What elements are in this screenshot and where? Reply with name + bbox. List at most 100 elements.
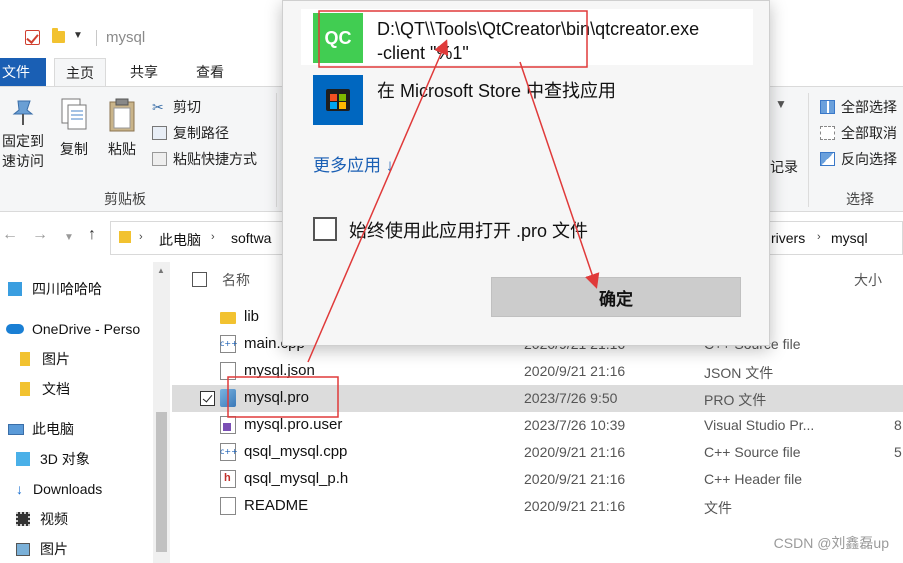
cut-label: 剪切: [173, 99, 201, 115]
folder-icon: [52, 28, 65, 43]
history-button[interactable]: 记录: [770, 157, 798, 177]
select-all-checkbox[interactable]: [192, 272, 207, 287]
back-icon[interactable]: ←: [2, 226, 18, 244]
file-date: 2020/9/21 21:16: [524, 444, 626, 460]
chevron-right-icon: ›: [139, 231, 143, 243]
nav-item-3d-objects[interactable]: 3D 对象: [16, 448, 90, 470]
copy-path-icon: [152, 126, 167, 140]
file-type: PRO 文件: [704, 392, 767, 408]
paste-button[interactable]: 粘贴: [102, 97, 142, 159]
microsoft-store-icon: [313, 75, 363, 125]
breadcrumb-drivers[interactable]: rivers: [771, 230, 805, 246]
pin-label-line1: 固定到: [2, 133, 44, 149]
nav-item-onedrive[interactable]: OneDrive - Perso: [6, 318, 140, 340]
nav-item-label: 图片: [40, 541, 68, 557]
table-row[interactable]: qsql_mysql_p.h 2020/9/21 21:16 C++ Heade…: [172, 466, 903, 493]
file-name: README: [244, 497, 309, 514]
table-row[interactable]: mysql.pro.user 2023/7/26 10:39 Visual St…: [172, 412, 903, 439]
row-checkbox[interactable]: [200, 391, 215, 406]
always-use-label: 始终使用此应用打开 .pro 文件: [349, 221, 589, 241]
nav-item-label: Downloads: [33, 481, 103, 497]
chevron-right-icon: ›: [211, 231, 215, 243]
file-type: Visual Studio Pr...: [704, 417, 815, 433]
app-option-qtcreator[interactable]: QC D:\QT\\Tools\QtCreator\bin\qtcreator.…: [301, 9, 753, 65]
folder-icon: [20, 382, 30, 396]
invert-selection-button[interactable]: 反向选择: [820, 149, 897, 169]
navigation-pane: 四川哈哈哈 OneDrive - Perso 图片 文档 此电脑 3D 对象 ↓…: [0, 262, 172, 563]
copy-path-button[interactable]: 复制路径: [152, 123, 229, 143]
file-type: 文件: [704, 500, 732, 516]
select-none-button[interactable]: 全部取消: [820, 123, 897, 143]
ok-button[interactable]: 确定: [491, 277, 741, 317]
scrollbar-thumb[interactable]: [156, 412, 167, 552]
clipboard-group-label: 剪贴板: [104, 191, 146, 207]
pin-to-quick-access-button[interactable]: 固定到 速访问: [0, 97, 46, 171]
nav-scrollbar[interactable]: ▲: [153, 262, 170, 563]
paste-shortcut-button[interactable]: 粘贴快捷方式: [152, 149, 257, 169]
invert-selection-icon: [820, 152, 835, 166]
column-header-size[interactable]: 大小: [854, 270, 882, 290]
breadcrumb-this-pc[interactable]: 此电脑: [159, 230, 201, 250]
visual-studio-file-icon: [220, 416, 236, 434]
window-title: mysql: [106, 29, 146, 46]
nav-item-this-pc[interactable]: 此电脑: [8, 418, 74, 440]
nav-item-videos[interactable]: 视频: [16, 508, 68, 530]
tab-home[interactable]: 主页: [54, 58, 106, 86]
table-row[interactable]: README 2020/9/21 21:16 文件: [172, 493, 903, 520]
table-row[interactable]: qsql_mysql.cpp 2020/9/21 21:16 C++ Sourc…: [172, 439, 903, 466]
nav-item-documents[interactable]: 文档: [20, 378, 70, 400]
select-all-label: 全部选择: [841, 99, 897, 115]
cut-button[interactable]: ✂ 剪切: [152, 97, 201, 117]
recent-locations-icon[interactable]: ▼: [64, 232, 74, 243]
tab-share[interactable]: 共享: [114, 58, 174, 86]
open-with-dialog: QC D:\QT\\Tools\QtCreator\bin\qtcreator.…: [282, 0, 770, 346]
breadcrumb-software[interactable]: softwa: [231, 230, 271, 246]
copy-path-label: 复制路径: [173, 125, 229, 141]
app-path-line1: D:\QT\\Tools\QtCreator\bin\qtcreator.exe: [377, 19, 700, 39]
ribbon-divider: [808, 93, 809, 207]
nav-item-downloads[interactable]: ↓ Downloads: [16, 478, 102, 500]
quick-access-checkbox-icon[interactable]: [25, 30, 40, 45]
nav-item-label: 图片: [42, 351, 70, 367]
app-option-microsoft-store[interactable]: 在 Microsoft Store 中查找应用: [301, 71, 753, 127]
scissors-icon: ✂: [152, 99, 164, 115]
ribbon-divider: [276, 93, 277, 207]
column-header-name[interactable]: 名称: [222, 270, 250, 290]
nav-item-label: OneDrive - Perso: [32, 321, 141, 337]
nav-item-pictures[interactable]: 图片: [16, 538, 68, 560]
nav-item-user[interactable]: 四川哈哈哈: [8, 278, 102, 300]
nav-item-label: 文档: [42, 381, 70, 397]
breadcrumb-mysql[interactable]: mysql: [831, 230, 868, 246]
file-name: qsql_mysql_p.h: [244, 470, 349, 487]
file-date: 2020/9/21 21:16: [524, 471, 626, 487]
table-row[interactable]: mysql.json 2020/9/21 21:16 JSON 文件: [172, 358, 903, 385]
select-all-button[interactable]: 全部选择: [820, 97, 897, 117]
file-type: C++ Source file: [704, 444, 801, 460]
cpp-file-icon: [220, 335, 238, 353]
app-path-line2: -client "%1": [377, 43, 469, 63]
copy-icon: [61, 98, 87, 130]
select-group-label: 选择: [846, 191, 874, 207]
file-type: JSON 文件: [704, 365, 774, 381]
scroll-up-icon[interactable]: ▲: [157, 266, 165, 275]
ribbon-dropdown-icon[interactable]: ▼: [775, 97, 787, 111]
tab-file[interactable]: 文件: [0, 58, 46, 86]
table-row-selected[interactable]: mysql.pro 2023/7/26 9:50 PRO 文件: [172, 385, 903, 412]
cloud-icon: [6, 324, 24, 334]
folder-icon: [119, 231, 131, 243]
chevron-right-icon: ›: [817, 231, 821, 243]
up-icon[interactable]: ↑: [88, 226, 96, 244]
forward-icon[interactable]: →: [32, 226, 48, 244]
copy-button[interactable]: 复制: [54, 97, 94, 159]
pin-icon: [12, 100, 34, 125]
more-apps-link[interactable]: 更多应用 ↓: [313, 151, 394, 176]
header-file-icon: [220, 470, 236, 488]
always-use-checkbox[interactable]: [313, 217, 337, 241]
nav-item-pictures-cloud[interactable]: 图片: [20, 348, 70, 370]
file-type: C++ Header file: [704, 471, 803, 487]
quick-access-dropdown-icon[interactable]: ▼: [73, 30, 83, 41]
select-none-icon: [820, 126, 835, 140]
computer-icon: [8, 423, 24, 435]
tab-view[interactable]: 查看: [180, 58, 240, 86]
nav-item-label: 此电脑: [32, 421, 74, 437]
